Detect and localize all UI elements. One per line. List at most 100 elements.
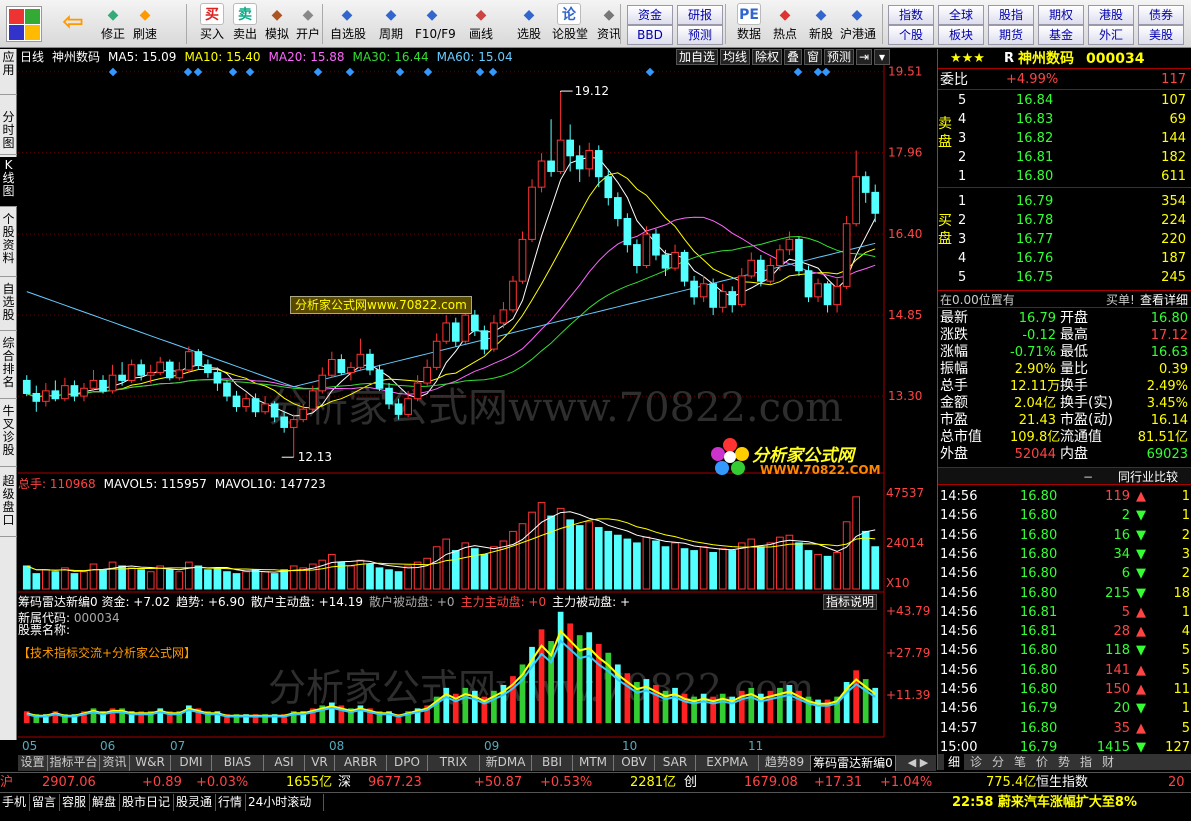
volume-bar[interactable] xyxy=(861,530,870,590)
hammer-button[interactable]: ◆ 模拟 xyxy=(260,2,294,46)
candle-body[interactable] xyxy=(461,314,470,342)
volume-bar[interactable] xyxy=(213,567,222,590)
candle-body[interactable] xyxy=(70,385,79,397)
candle-body[interactable] xyxy=(22,379,31,394)
event-marker[interactable] xyxy=(183,67,193,77)
candle-body[interactable] xyxy=(232,395,241,408)
candle-body[interactable] xyxy=(575,155,584,170)
hk-connect-button[interactable]: ◆ 沪港通 xyxy=(840,2,876,46)
volume-bar[interactable] xyxy=(709,552,718,590)
indicator-tab-8[interactable]: ARBR xyxy=(335,755,387,771)
market-button[interactable]: 外汇 xyxy=(1088,25,1134,45)
volume-bar[interactable] xyxy=(61,567,69,590)
event-marker[interactable] xyxy=(395,67,405,77)
indicator-tab-2[interactable]: 资讯 xyxy=(100,755,130,771)
candle-body[interactable] xyxy=(661,254,670,269)
grid-button[interactable]: 预测 xyxy=(677,25,723,45)
candle-body[interactable] xyxy=(146,372,155,376)
volume-bar[interactable] xyxy=(671,542,679,590)
candle-body[interactable] xyxy=(699,283,708,298)
candle-body[interactable] xyxy=(308,390,317,410)
candle-body[interactable] xyxy=(327,359,336,376)
candle-body[interactable] xyxy=(776,249,784,267)
lock-button[interactable]: ◆ 开户 xyxy=(291,2,325,46)
indicator-tab-16[interactable]: EXPMA xyxy=(696,755,759,771)
candle-body[interactable] xyxy=(833,285,841,306)
indicator-tab-10[interactable]: TRIX xyxy=(428,755,480,771)
candle-body[interactable] xyxy=(690,280,698,298)
candle-body[interactable] xyxy=(785,238,794,251)
candle-body[interactable] xyxy=(280,416,289,428)
volume-bar[interactable] xyxy=(804,550,813,590)
buy-button[interactable]: 买买入 xyxy=(195,2,229,46)
market-button[interactable]: 港股 xyxy=(1088,5,1134,25)
event-marker[interactable] xyxy=(793,67,803,77)
candle-body[interactable] xyxy=(766,265,775,282)
candle-body[interactable] xyxy=(480,330,489,350)
market-button[interactable]: 板块 xyxy=(938,25,984,45)
indicator-tab-1[interactable]: 指标平台 xyxy=(48,755,100,771)
star-folder-button[interactable]: ◆ 自选股 xyxy=(330,2,366,46)
volume-bar[interactable] xyxy=(108,561,117,590)
volume-bar[interactable] xyxy=(852,496,861,590)
volume-bar[interactable] xyxy=(566,519,575,590)
volume-bar[interactable] xyxy=(480,553,489,590)
volume-bar[interactable] xyxy=(70,573,79,590)
candle-body[interactable] xyxy=(709,283,718,308)
volume-bar[interactable] xyxy=(680,548,689,590)
quote-tab-7[interactable]: 财 xyxy=(1098,754,1118,770)
candle-body[interactable] xyxy=(385,387,393,405)
event-marker[interactable] xyxy=(345,67,355,77)
candle-body[interactable] xyxy=(737,275,746,306)
candle-body[interactable] xyxy=(356,353,365,368)
volume-bar[interactable] xyxy=(394,571,403,590)
chart-button-0[interactable]: 加自选 xyxy=(676,49,718,65)
indicator-bar[interactable] xyxy=(853,670,860,723)
event-marker[interactable] xyxy=(228,67,238,77)
pe-button[interactable]: PE 数据 xyxy=(732,2,766,46)
volume-bar[interactable] xyxy=(528,511,536,590)
chart-button-4[interactable]: 窗 xyxy=(804,49,822,65)
vtab-3[interactable]: 个股资料 xyxy=(0,211,17,277)
candle-body[interactable] xyxy=(518,238,527,282)
grid-button[interactable]: 研报 xyxy=(677,5,723,25)
status-button-3[interactable]: 解盘 xyxy=(90,794,120,811)
volume-bar[interactable] xyxy=(22,565,31,590)
volume-bar[interactable] xyxy=(99,569,107,590)
volume-bar[interactable] xyxy=(737,542,746,590)
candle-body[interactable] xyxy=(623,217,632,246)
event-marker[interactable] xyxy=(108,67,118,77)
indicator-tab-5[interactable]: BIAS xyxy=(212,755,264,771)
indicator-tab-17[interactable]: 趋势89 xyxy=(759,755,811,771)
candle-body[interactable] xyxy=(499,309,508,324)
indicator-tab-0[interactable]: 设置 xyxy=(18,755,48,771)
indicator-tab-9[interactable]: DPO xyxy=(387,755,428,771)
candle-body[interactable] xyxy=(318,374,327,392)
quote-tab-4[interactable]: 价 xyxy=(1032,754,1052,770)
candle-body[interactable] xyxy=(213,372,222,384)
candle-body[interactable] xyxy=(594,150,603,178)
volume-bar[interactable] xyxy=(842,521,851,590)
volume-bar[interactable] xyxy=(175,571,184,590)
chart-button-5[interactable]: 预测 xyxy=(824,49,854,65)
candle-body[interactable] xyxy=(194,351,203,366)
status-button-7[interactable]: 24小时滚动 xyxy=(246,794,324,811)
candle-body[interactable] xyxy=(718,291,727,308)
status-button-1[interactable]: 留言 xyxy=(30,794,60,811)
chart-button-2[interactable]: 除权 xyxy=(752,49,782,65)
volume-bar[interactable] xyxy=(585,521,594,590)
candle-body[interactable] xyxy=(204,364,212,374)
candle-body[interactable] xyxy=(442,322,451,342)
volume-bar[interactable] xyxy=(756,546,765,590)
vtab-4[interactable]: 自选股 xyxy=(0,281,17,331)
volume-bar[interactable] xyxy=(89,563,98,590)
volume-bar[interactable] xyxy=(251,569,260,590)
vtab-1[interactable]: 分时图 xyxy=(0,109,17,155)
candle-body[interactable] xyxy=(585,150,594,170)
candle-body[interactable] xyxy=(432,340,441,368)
candle-body[interactable] xyxy=(289,419,298,428)
chart-menu-icon[interactable]: ▾ xyxy=(874,49,890,65)
volume-bar[interactable] xyxy=(633,542,641,590)
candle-body[interactable] xyxy=(871,191,880,214)
volume-bar[interactable] xyxy=(194,565,203,590)
